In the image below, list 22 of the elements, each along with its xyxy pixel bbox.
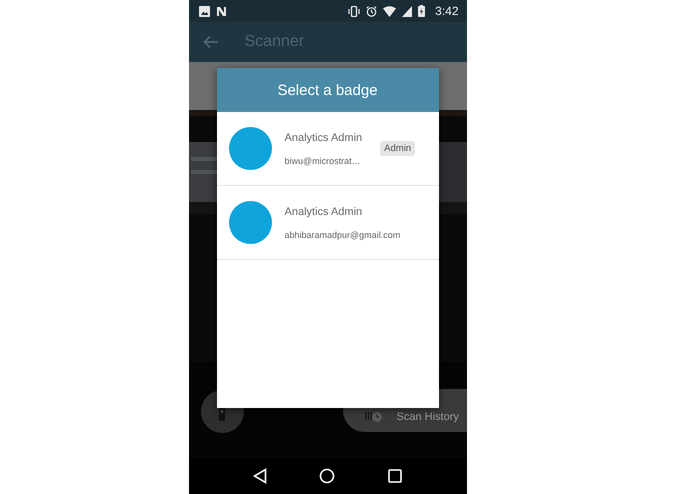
vibrate-icon	[348, 6, 360, 16]
dialog-title: Select a badge	[277, 82, 378, 98]
clock-time: 3:42	[435, 4, 458, 18]
badge-name: Analytics Admin	[284, 132, 362, 144]
badge-name: Analytics Admin	[284, 206, 364, 218]
image-icon	[198, 6, 210, 16]
recent-apps-icon[interactable]	[388, 469, 402, 483]
role-tag: Admin	[380, 141, 416, 156]
alarm-icon	[366, 6, 378, 16]
back-icon[interactable]	[252, 468, 267, 484]
history-icon	[364, 409, 382, 423]
wifi-icon	[383, 6, 396, 16]
badge-email: biwu@microstrat…	[284, 156, 362, 166]
battery-icon	[418, 5, 426, 17]
badge-list-item[interactable]: Analytics Admin abhibaramadpur@gmail.com	[216, 186, 438, 260]
home-icon[interactable]	[319, 468, 336, 484]
avatar	[228, 201, 272, 244]
badge-list-item[interactable]: Analytics Admin biwu@microstrat… Admin	[216, 112, 438, 186]
avatar	[228, 127, 272, 170]
badge-email: abhibaramadpur@gmail.com	[284, 230, 400, 240]
signal-icon	[402, 6, 412, 16]
n-logo-icon	[216, 6, 226, 16]
